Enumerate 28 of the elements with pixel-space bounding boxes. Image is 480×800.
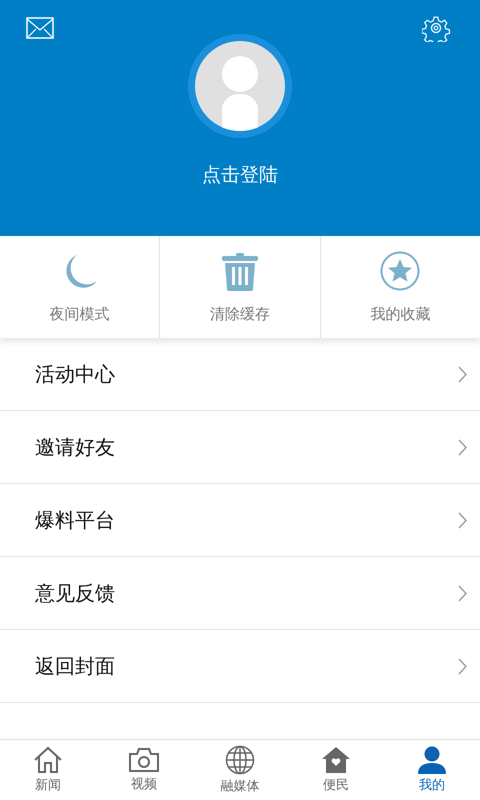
home-icon	[33, 746, 63, 774]
menu-item[interactable]: 意见反馈	[0, 557, 480, 630]
menu-item[interactable]: 返回封面	[0, 630, 480, 703]
chevron-right-icon	[458, 584, 467, 602]
camera-icon	[128, 747, 160, 773]
globe-icon	[225, 745, 255, 775]
login-link[interactable]: 点击登陆	[202, 162, 278, 188]
settings-icon[interactable]	[422, 14, 450, 42]
trash-icon	[222, 253, 258, 291]
chevron-right-icon	[458, 438, 467, 456]
quick-action[interactable]: 我的收藏	[320, 236, 480, 338]
avatar-icon[interactable]	[188, 34, 292, 138]
chevron-right-icon	[458, 658, 467, 674]
chevron-right-icon	[458, 512, 467, 528]
quick-action[interactable]: 清除缓存	[160, 236, 321, 338]
house-heart-icon	[321, 746, 351, 774]
tab[interactable]: 我的	[392, 740, 472, 800]
tab[interactable]: 新闻	[8, 740, 88, 800]
tab[interactable]: 便民	[296, 740, 376, 800]
mail-icon[interactable]	[26, 17, 54, 39]
user-icon	[417, 746, 447, 774]
menu-item[interactable]: 邀请好友	[0, 411, 480, 484]
tab[interactable]: 融媒体	[200, 740, 280, 800]
menu-item[interactable]: 爆料平台	[0, 484, 480, 557]
chevron-right-icon	[458, 366, 467, 382]
menu-item[interactable]: 活动中心	[0, 338, 480, 411]
quick-action[interactable]: 夜间模式	[0, 236, 160, 338]
tab[interactable]: 视频	[104, 740, 184, 800]
